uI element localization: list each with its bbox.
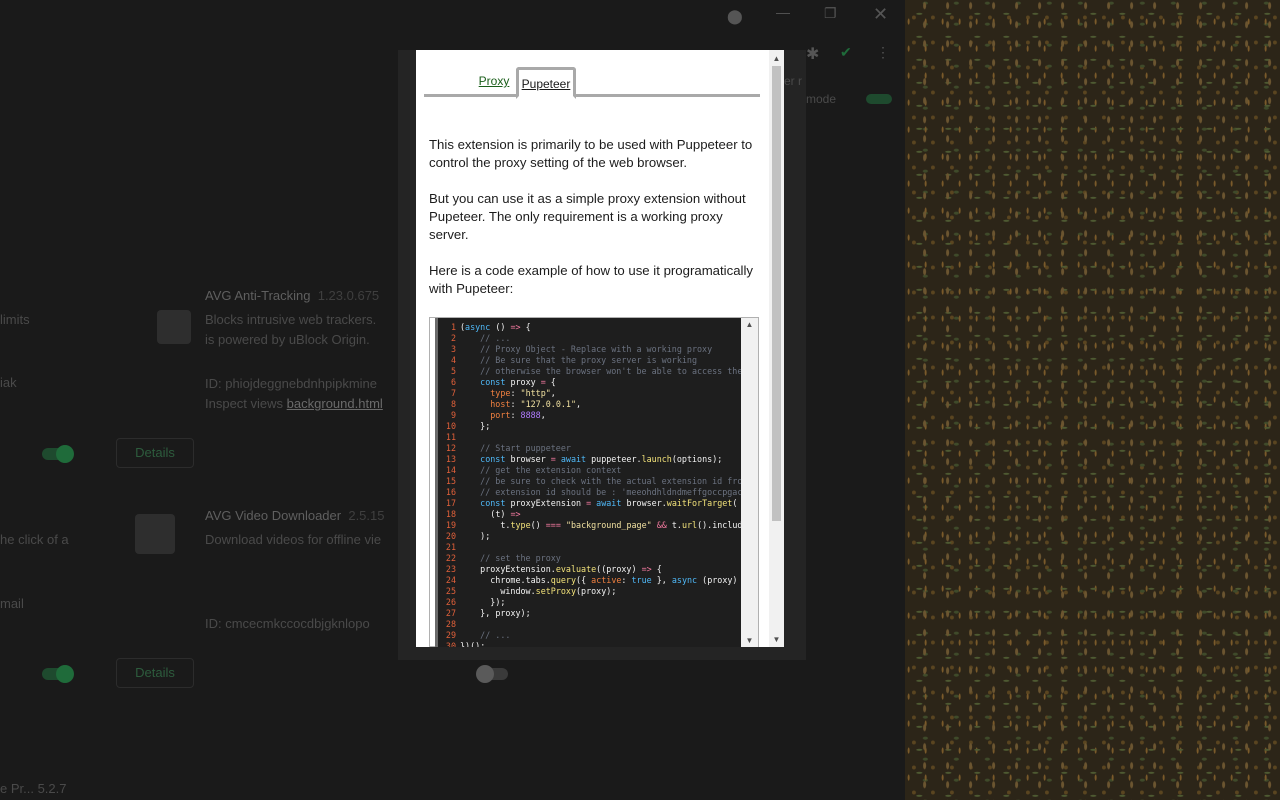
menu-dots-icon[interactable]: ⋮ [876, 44, 890, 61]
ext1-name: AVG Anti-Tracking 1.23.0.675 [205, 288, 380, 303]
code-line: 22 // set the proxy [445, 553, 561, 563]
dev-mode-toggle[interactable] [866, 94, 892, 104]
tab-proxy[interactable]: Proxy [464, 67, 524, 98]
avg-video-downloader-icon [135, 514, 175, 554]
minimize-icon[interactable]: — [776, 4, 790, 20]
code-line: 3 // Proxy Object - Replace with a worki… [450, 344, 713, 354]
code-line: 1 (async () => { [450, 322, 531, 332]
code-line: 13 const browser = await puppeteer.launc… [445, 454, 723, 464]
code-line: 25 window.setProxy(proxy); [445, 586, 617, 596]
code-editor[interactable]: 1 (async () => {2 // ... 3 // Proxy Object… [435, 318, 742, 647]
paragraph-usage: But you can use it as a simple proxy ext… [429, 191, 746, 242]
ext1-desc2: is powered by uBlock Origin. [205, 332, 370, 347]
code-line: 5 // otherwise the browser won't be able… [450, 366, 742, 376]
avg-antitracking-icon [157, 310, 191, 344]
paragraph-example: Here is a code example of how to use it … [429, 263, 753, 296]
code-line: 2 // ... [450, 333, 511, 343]
tab-pupeteer[interactable]: Pupeteer [516, 67, 576, 99]
behind-text-2: mode [806, 92, 837, 106]
code-line: 15 // be sure to check with the actual e… [445, 476, 742, 486]
ext-toggle-2[interactable] [42, 665, 74, 683]
paragraph-intro: This extension is primarily to be used w… [429, 137, 753, 170]
code-line: 30})(); [445, 641, 486, 647]
code-line: 24 chrome.tabs.query({ active: true }, a… [445, 575, 738, 585]
popup-scroll-up-icon[interactable]: ▲ [769, 52, 784, 66]
popup-content: This extension is primarily to be used w… [429, 136, 755, 316]
code-line: 9 port: 8888, [450, 410, 546, 420]
code-scroll-up-icon[interactable]: ▲ [741, 318, 758, 332]
close-icon[interactable]: ✕ [873, 4, 888, 25]
code-line: 27 }, proxy); [445, 608, 531, 618]
popup-scroll-thumb[interactable] [772, 66, 781, 521]
code-line: 23 proxyExtension.evaluate((proxy) => { [445, 564, 662, 574]
code-line: 20 ); [445, 531, 491, 541]
code-line: 29 // ... [445, 630, 511, 640]
popup-scrollbar[interactable]: ▲ ▼ [769, 50, 784, 647]
profile-icon[interactable]: ⬤ [727, 8, 743, 25]
code-line: 6 const proxy = { [450, 377, 556, 387]
code-line: 28 [445, 619, 456, 629]
left-text-5: e Pr... 5.2.7 [0, 781, 67, 796]
ext2-id: ID: cmcecmkccocdbjgknlopo [205, 616, 370, 631]
ext1-inspect: Inspect views background.html [205, 396, 383, 411]
tab-bar: Proxy Pupeteer [424, 65, 760, 99]
code-line: 26 }); [445, 597, 506, 607]
ext2-name: AVG Video Downloader 2.5.15 [205, 508, 385, 523]
code-line: 10 }; [445, 421, 491, 431]
code-scrollbar[interactable]: ▲ ▼ [741, 318, 758, 647]
code-line: 18 (t) => [445, 509, 521, 519]
extensions-puzzle-icon[interactable]: ✱ [806, 44, 819, 64]
code-line: 11 [445, 432, 456, 442]
left-text-4: mail [0, 596, 24, 611]
left-text-2: iak [0, 375, 17, 390]
popup-scroll-down-icon[interactable]: ▼ [769, 633, 784, 647]
ext1-id: ID: phiojdeggnebdnhpipkmine [205, 376, 378, 391]
extension-popup: Proxy Pupeteer This extension is primari… [416, 50, 784, 647]
details-button-2[interactable]: Details [116, 658, 194, 688]
code-example-box: 1 (async () => {2 // ... 3 // Proxy Object… [429, 317, 759, 647]
code-line: 7 type: "http", [450, 388, 556, 398]
background-html-link[interactable]: background.html [287, 396, 383, 411]
ext-toggle-1[interactable] [42, 445, 74, 463]
code-scroll-down-icon[interactable]: ▼ [741, 634, 758, 647]
code-line: 12 // Start puppeteer [445, 443, 571, 453]
left-text-3: he click of a [0, 532, 69, 547]
code-line: 4 // Be sure that the proxy server is wo… [450, 355, 697, 365]
ext2-desc: Download videos for offline vie [205, 532, 382, 547]
code-line: 16 // extension id should be : 'meeohdhl… [445, 487, 742, 497]
restore-icon[interactable]: ❐ [824, 5, 837, 22]
code-line: 17 const proxyExtension = await browser.… [445, 498, 738, 508]
behind-text-1: er r [784, 74, 802, 88]
code-line: 21 [445, 542, 456, 552]
code-line: 19 t.type() === "background_page" && t.u… [445, 520, 742, 530]
details-button-1[interactable]: Details [116, 438, 194, 468]
ext-toggle-3[interactable] [476, 665, 508, 683]
extension-check-icon[interactable]: ✔ [840, 44, 852, 61]
code-line: 14 // get the extension context [445, 465, 622, 475]
ext1-desc1: Blocks intrusive web trackers. [205, 312, 377, 327]
code-line: 8 host: "127.0.0.1", [450, 399, 582, 409]
left-text-1: limits [0, 312, 30, 327]
